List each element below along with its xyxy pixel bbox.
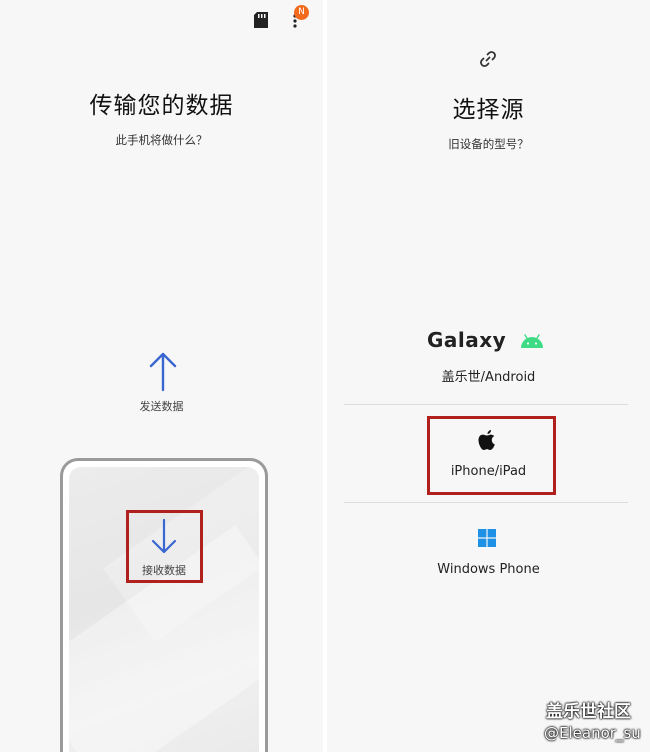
watermark-title: 盖乐世社区 bbox=[546, 702, 631, 722]
link-icon bbox=[480, 51, 496, 67]
page-title: 传输您的数据 bbox=[89, 93, 234, 119]
divider bbox=[344, 502, 628, 503]
galaxy-android-option[interactable]: 盖乐世/Android bbox=[327, 366, 650, 385]
page-subtitle: 旧设备的型号？ bbox=[448, 137, 529, 151]
receiving-phone-illustration bbox=[60, 458, 268, 752]
watermark-author: @Eleanor_su bbox=[544, 724, 641, 742]
windows-phone-option[interactable]: Windows Phone bbox=[327, 562, 650, 577]
android-icon[interactable] bbox=[520, 333, 544, 349]
sd-card-icon[interactable] bbox=[254, 12, 268, 28]
page-subtitle: 此手机将做什么？ bbox=[115, 133, 208, 147]
notification-badge: N bbox=[294, 5, 309, 20]
arrow-up-icon[interactable] bbox=[147, 352, 179, 392]
divider bbox=[344, 404, 628, 405]
select-source-screen: 选择源 旧设备的型号？ Galaxy 盖乐世/Android iPhone/iP… bbox=[327, 0, 650, 752]
page-title: 选择源 bbox=[452, 97, 525, 123]
send-data-button[interactable]: 发送数据 bbox=[0, 398, 323, 414]
highlight-box bbox=[126, 510, 203, 583]
transfer-screen: N 传输您的数据 此手机将做什么？ 发送数据 接收数据 bbox=[0, 0, 323, 752]
galaxy-logo[interactable]: Galaxy bbox=[427, 328, 506, 352]
windows-icon[interactable] bbox=[478, 529, 496, 547]
highlight-box bbox=[427, 416, 556, 495]
